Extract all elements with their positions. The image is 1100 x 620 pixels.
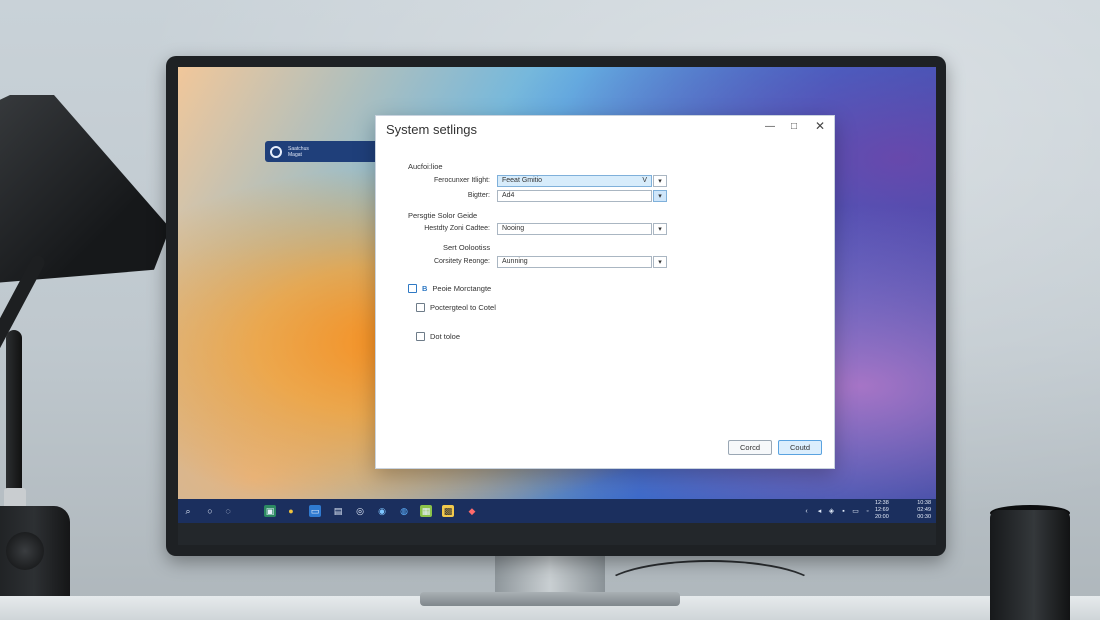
dialog-title: System setlings: [386, 122, 478, 137]
field-1-label: Ferocunxer Itlight:: [433, 177, 490, 184]
close-button[interactable]: ✕: [808, 118, 832, 134]
checkbox-row-2[interactable]: Poctergteol to Cotel: [416, 303, 496, 312]
app-icon-5[interactable]: ◎: [354, 505, 366, 517]
monitor-cable: [600, 560, 820, 620]
app-icon-2[interactable]: ●: [285, 505, 297, 517]
maximize-button[interactable]: □: [782, 118, 806, 134]
taskbar-clock[interactable]: 12:38 10:38 12:69 02:49 20:00 00:30: [875, 500, 931, 521]
widget-line-2: Magat: [288, 151, 302, 158]
app-icon-6[interactable]: ◉: [376, 505, 388, 517]
checkbox-row-1[interactable]: B Peoie Morctangte: [408, 284, 491, 293]
checkbox-1-marker: B: [422, 284, 428, 293]
checkbox-row-3[interactable]: Dot toloe: [416, 332, 460, 341]
field-2-select[interactable]: Ad4: [497, 190, 652, 202]
widget-circle-icon: [270, 145, 282, 158]
ok-button[interactable]: Coutd: [778, 440, 822, 455]
tray-icon-1[interactable]: ◂: [815, 506, 824, 516]
field-1-dropdown-button[interactable]: ▾: [653, 175, 667, 187]
system-settings-dialog: System setlings — □ ✕ Aucfoi:lioe Ferocu…: [375, 115, 835, 469]
search-icon[interactable]: ○: [204, 505, 216, 517]
field-3-value: Nooing: [502, 225, 525, 232]
field-4-label: Corsitety Reonge:: [433, 258, 490, 265]
clock-text-2b: 02:49: [917, 507, 931, 513]
checkbox-2[interactable]: [416, 303, 425, 312]
app-icon-7[interactable]: ◍: [398, 505, 410, 517]
checkbox-1[interactable]: [408, 284, 417, 293]
field-1-select[interactable]: Feeat Gmitio V: [497, 175, 652, 187]
monitor-chin: [178, 523, 936, 545]
app-icon-10[interactable]: ◆: [466, 505, 478, 517]
cancel-button[interactable]: Corcd: [728, 440, 772, 455]
tray-overflow-icon[interactable]: ‹: [802, 506, 811, 516]
app-icon-4[interactable]: ▤: [332, 505, 344, 517]
field-1-inner-chevron: V: [642, 177, 647, 184]
tray-icon-4[interactable]: ▭: [851, 506, 860, 516]
field-4-value: Aunning: [502, 258, 528, 265]
app-icon-1[interactable]: ▣: [264, 505, 276, 517]
tray-icon-3[interactable]: ▪: [839, 506, 848, 516]
field-3-select[interactable]: Nooing: [497, 223, 652, 235]
desktop-widget[interactable]: Saatchus Magat: [265, 141, 375, 162]
field-2-label: Bigtter:: [467, 192, 490, 199]
checkbox-2-label: Poctergteol to Cotel: [430, 303, 496, 312]
field-3-label: Hestdty Zoni Cadtee:: [424, 225, 490, 232]
clock-text-1b: 10:38: [917, 500, 931, 506]
section-heading-1: Aucfoi:lioe: [408, 162, 443, 171]
app-icon-3[interactable]: ▭: [309, 505, 321, 517]
checkbox-3[interactable]: [416, 332, 425, 341]
start-icon[interactable]: ⌕: [182, 505, 194, 517]
clock-text-3a: 20:00: [875, 514, 889, 520]
field-3-dropdown-button[interactable]: ▾: [653, 223, 667, 235]
app-icon-8[interactable]: ▦: [420, 505, 432, 517]
checkbox-3-label: Dot toloe: [430, 332, 461, 341]
desk-lamp-arm-lower: [6, 330, 22, 510]
cup: [990, 510, 1070, 620]
field-2-dropdown-button[interactable]: ▾: [653, 190, 667, 202]
task-view-icon[interactable]: ◌: [222, 505, 234, 517]
field-1-value: Feeat Gmitio: [502, 177, 543, 184]
field-4-select[interactable]: Aunning: [497, 256, 652, 268]
desk-lamp-knob: [6, 532, 44, 570]
field-4-dropdown-button[interactable]: ▾: [653, 256, 667, 268]
minimize-button[interactable]: —: [758, 118, 782, 134]
tray-icon-2[interactable]: ◈: [827, 506, 836, 516]
clock-text-2a: 12:69: [875, 507, 889, 513]
clock-text-1a: 12:38: [875, 500, 889, 506]
app-icon-9[interactable]: ▩: [442, 505, 454, 517]
tray-icon-5[interactable]: ◦: [863, 506, 872, 516]
clock-text-3b: 00:30: [917, 514, 931, 520]
taskbar: ⌕ ○ ◌ ▣ ● ▭ ▤ ◎ ◉ ◍ ▦ ▩ ◆ ‹ ◂ ◈ ▪ ▭ ◦: [178, 499, 936, 523]
field-2-value: Ad4: [502, 192, 515, 199]
section-heading-3: Sert Oolootiss: [443, 243, 491, 252]
checkbox-1-label: Peoie Morctangte: [432, 284, 492, 293]
dialog-titlebar[interactable]: System setlings — □ ✕: [376, 116, 834, 144]
monitor-stand-foot: [420, 592, 680, 606]
section-heading-2: Persgtie Solor Geide: [408, 211, 478, 220]
